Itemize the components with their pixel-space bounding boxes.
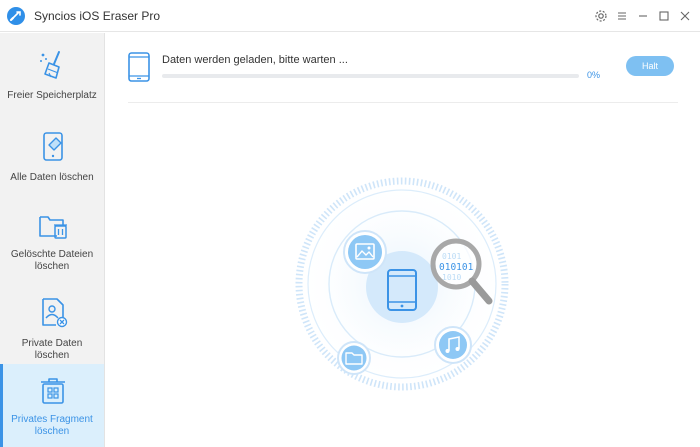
progress-bar bbox=[162, 74, 579, 78]
sidebar-item-erase-all[interactable]: Alle Daten löschen bbox=[0, 116, 104, 199]
music-icon bbox=[434, 326, 472, 364]
broom-icon bbox=[37, 49, 69, 81]
tablet-device-icon bbox=[128, 52, 150, 82]
main-panel: Daten werden geladen, bitte warten ... 0… bbox=[106, 33, 700, 447]
sidebar-item-private-data[interactable]: Private Daten löschen bbox=[0, 284, 104, 364]
minimize-icon[interactable] bbox=[635, 8, 651, 24]
sidebar-item-label: Privates Fragment löschen bbox=[11, 414, 93, 437]
title-bar: Syncios iOS Eraser Pro bbox=[0, 0, 700, 32]
progress-percent: 0% bbox=[587, 70, 601, 80]
private-file-icon bbox=[37, 296, 69, 328]
folder-trash-icon bbox=[37, 209, 69, 241]
app-logo-icon bbox=[7, 7, 25, 25]
app-title: Syncios iOS Eraser Pro bbox=[34, 9, 161, 23]
svg-text:010101: 010101 bbox=[439, 262, 474, 273]
status-message: Daten werden geladen, bitte warten ... bbox=[162, 54, 348, 66]
sidebar-item-label: Gelöschte Dateien löschen bbox=[10, 249, 94, 272]
sidebar: Freier Speicherplatz Alle Daten löschen … bbox=[0, 33, 105, 447]
settings-gear-icon[interactable] bbox=[593, 8, 609, 24]
sidebar-item-private-fragment[interactable]: Privates Fragment löschen bbox=[0, 364, 104, 447]
halt-button[interactable]: Halt bbox=[626, 56, 674, 76]
close-icon[interactable] bbox=[677, 8, 693, 24]
sidebar-item-free-space[interactable]: Freier Speicherplatz bbox=[0, 33, 104, 116]
sidebar-item-label: Alle Daten löschen bbox=[10, 172, 94, 183]
svg-text:0101: 0101 bbox=[442, 252, 461, 261]
scan-illustration: 0101 010101 1010 bbox=[291, 173, 513, 395]
sidebar-item-label: Freier Speicherplatz bbox=[7, 90, 97, 101]
sidebar-item-deleted-files[interactable]: Gelöschte Dateien löschen bbox=[0, 199, 104, 284]
maximize-icon[interactable] bbox=[656, 8, 672, 24]
folder-icon bbox=[337, 341, 371, 375]
image-icon bbox=[343, 230, 387, 274]
svg-text:1010: 1010 bbox=[442, 273, 461, 282]
menu-icon[interactable] bbox=[614, 8, 630, 24]
phone-eraser-icon bbox=[37, 130, 69, 162]
sidebar-item-label: Private Daten löschen bbox=[21, 338, 83, 361]
divider bbox=[128, 102, 678, 103]
active-indicator bbox=[0, 364, 3, 447]
fragment-trash-icon bbox=[37, 374, 69, 406]
